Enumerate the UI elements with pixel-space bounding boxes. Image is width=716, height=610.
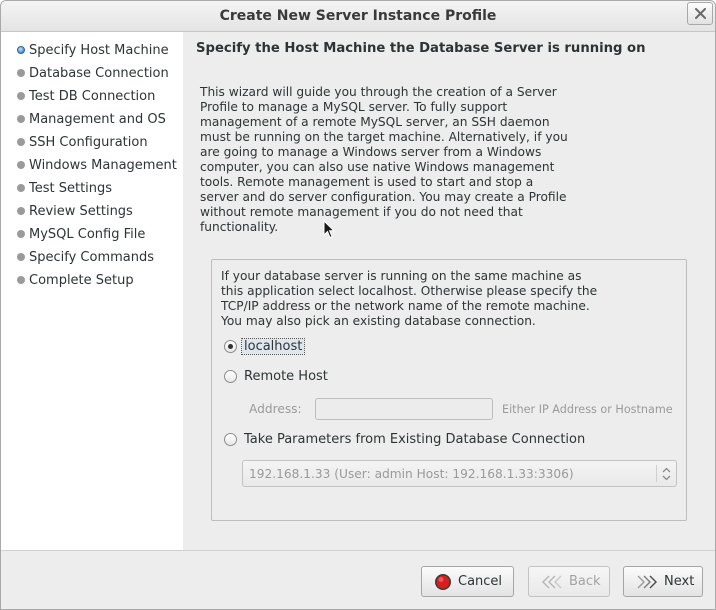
step-mysql-config-file: MySQL Config File: [17, 225, 145, 243]
main-panel: Specify the Host Machine the Database Se…: [183, 32, 715, 550]
step-bullet-icon: [17, 253, 25, 261]
step-label: SSH Configuration: [29, 134, 148, 150]
step-bullet-icon: [17, 69, 25, 77]
step-label: Review Settings: [29, 203, 133, 219]
step-test-settings: Test Settings: [17, 179, 112, 197]
description-line: TCP/IP address or the network name of th…: [221, 299, 590, 313]
step-label: Management and OS: [29, 111, 166, 127]
step-label: Test DB Connection: [29, 88, 156, 104]
close-icon: [695, 8, 706, 19]
intro-line: must be running on the target machine. A…: [200, 130, 568, 144]
cancel-label: Cancel: [458, 574, 503, 589]
intro-line: without remote management if you do not …: [200, 205, 523, 219]
back-button[interactable]: Back: [528, 566, 610, 597]
intro-line: are going to manage a Windows server fro…: [200, 145, 542, 159]
existing-connection-label[interactable]: Take Parameters from Existing Database C…: [242, 432, 587, 447]
localhost-option[interactable]: localhost: [224, 338, 306, 355]
back-label: Back: [569, 574, 601, 589]
step-windows-management: Windows Management: [17, 156, 177, 174]
intro-line: computer, you can also use native Window…: [200, 160, 555, 174]
step-bullet-icon: [17, 161, 25, 169]
intro-line: tools. Remote management is used to star…: [200, 175, 534, 189]
step-database-connection: Database Connection: [17, 64, 169, 82]
step-label: Specify Commands: [29, 249, 155, 265]
connection-select[interactable]: 192.168.1.33 (User: admin Host: 192.168.…: [242, 460, 677, 487]
intro-line: functionality.: [200, 220, 279, 234]
step-label: MySQL Config File: [29, 226, 146, 242]
step-bullet-icon: [17, 138, 25, 146]
step-bullet-icon: [17, 207, 25, 215]
remote-host-option[interactable]: Remote Host: [224, 369, 330, 384]
step-ssh-configuration: SSH Configuration: [17, 133, 148, 151]
intro-line: server and do server configuration. You …: [200, 190, 567, 204]
localhost-label[interactable]: localhost: [240, 338, 306, 355]
step-bullet-icon: [17, 230, 25, 238]
window-title: Create New Server Instance Profile: [219, 8, 497, 24]
address-field[interactable]: [315, 398, 493, 420]
step-label: Database Connection: [29, 65, 169, 81]
host-selection-group: If your database server is running on th…: [211, 259, 687, 521]
back-arrow-icon: [541, 575, 563, 589]
remote-host-label[interactable]: Remote Host: [242, 369, 330, 384]
step-specify-commands: Specify Commands: [17, 248, 154, 266]
select-divider: [656, 465, 657, 482]
step-complete-setup: Complete Setup: [17, 271, 134, 289]
step-label: Complete Setup: [29, 272, 134, 288]
step-label: Windows Management: [29, 157, 177, 173]
steps-sidebar: Specify Host Machine Database Connection…: [1, 32, 183, 550]
address-hint: Either IP Address or Hostname: [502, 403, 673, 416]
step-test-db-connection: Test DB Connection: [17, 87, 155, 105]
step-label: Specify Host Machine: [29, 42, 169, 58]
remote-host-radio[interactable]: [224, 370, 237, 383]
existing-connection-radio[interactable]: [224, 433, 237, 446]
step-bullet-icon: [17, 92, 25, 100]
step-active-bullet-icon: [17, 46, 25, 54]
connection-select-value: 192.168.1.33 (User: admin Host: 192.168.…: [249, 467, 574, 481]
localhost-radio[interactable]: [224, 340, 237, 353]
description-line: You may also pick an existing database c…: [221, 314, 536, 328]
description-line: this application select localhost. Other…: [221, 284, 598, 298]
button-bar: Cancel Back Next: [1, 550, 715, 609]
up-down-arrows-icon: [662, 467, 671, 481]
cancel-button[interactable]: Cancel: [421, 566, 514, 597]
step-label: Test Settings: [29, 180, 113, 196]
host-selection-description: If your database server is running on th…: [221, 269, 597, 329]
title-bar: Create New Server Instance Profile: [1, 1, 715, 32]
next-button[interactable]: Next: [623, 566, 703, 597]
existing-connection-option[interactable]: Take Parameters from Existing Database C…: [224, 432, 587, 447]
address-label: Address:: [249, 402, 302, 416]
step-specify-host-machine: Specify Host Machine: [17, 41, 169, 59]
description-line: If your database server is running on th…: [221, 269, 582, 283]
intro-text: This wizard will guide you through the c…: [200, 85, 595, 235]
next-arrow-icon: [636, 575, 658, 589]
step-bullet-icon: [17, 184, 25, 192]
step-bullet-icon: [17, 115, 25, 123]
cancel-icon: [434, 573, 452, 591]
intro-line: Profile to manage a MySQL server. To ful…: [200, 100, 508, 114]
intro-line: This wizard will guide you through the c…: [200, 85, 557, 99]
step-bullet-icon: [17, 276, 25, 284]
mouse-pointer-icon: [323, 220, 335, 239]
close-button[interactable]: [687, 2, 713, 25]
page-title: Specify the Host Machine the Database Se…: [196, 41, 646, 56]
step-management-and-os: Management and OS: [17, 110, 166, 128]
intro-line: management of a remote MySQL server, an …: [200, 115, 550, 129]
next-label: Next: [664, 574, 695, 589]
wizard-window: Create New Server Instance Profile Speci…: [0, 0, 716, 610]
step-review-settings: Review Settings: [17, 202, 133, 220]
